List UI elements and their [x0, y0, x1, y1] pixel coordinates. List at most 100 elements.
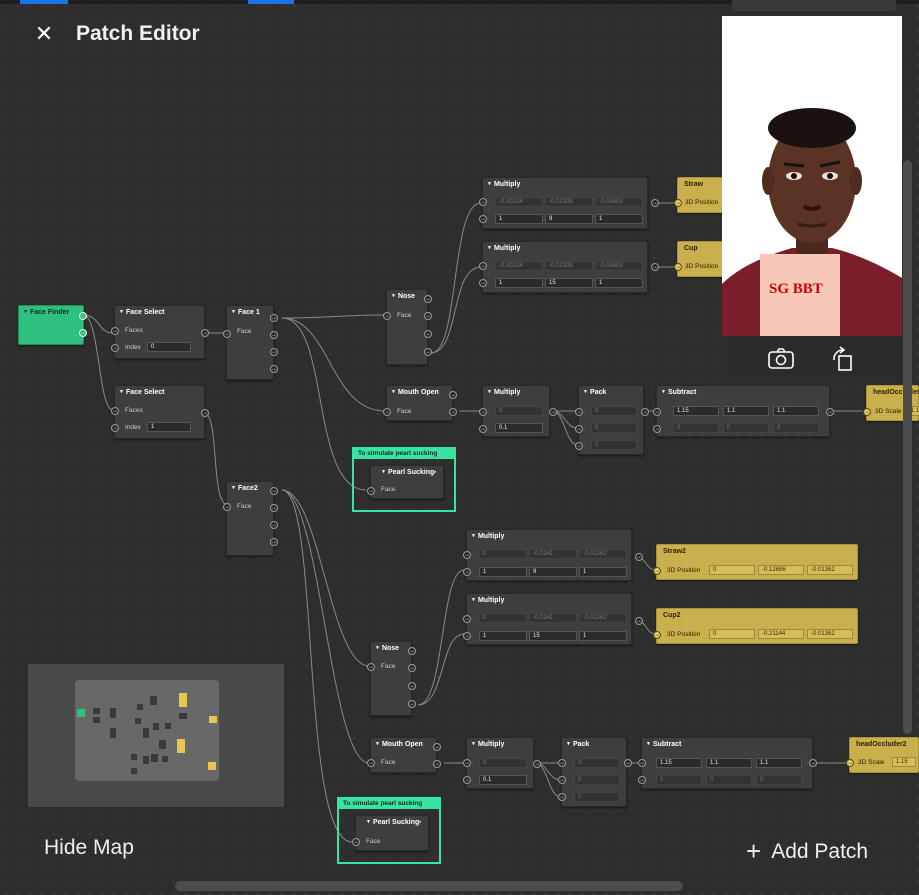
output-port[interactable]	[641, 408, 649, 416]
nose-patch[interactable]: Nose Face	[383, 289, 432, 365]
output-port[interactable]	[79, 329, 87, 337]
mouth-open-patch[interactable]: Mouth Open Face	[383, 385, 457, 421]
value-field[interactable]: -0.01403	[595, 197, 643, 207]
input-port[interactable]	[111, 407, 119, 415]
comment-box[interactable]: To simulate pearl sucking Pearl Sucking …	[352, 447, 456, 512]
value-field[interactable]: 0	[709, 629, 755, 639]
value-field[interactable]: 1.15	[673, 406, 719, 416]
mini-map[interactable]	[28, 664, 284, 807]
value-field[interactable]: 1.15	[656, 758, 702, 768]
input-port[interactable]	[383, 312, 391, 320]
rotate-icon[interactable]	[827, 344, 857, 374]
multiply-patch[interactable]: Multiply 0 -0.0141 -0.01362 1 15 1	[463, 593, 643, 645]
output-port[interactable]	[424, 295, 432, 303]
input-port[interactable]	[863, 408, 871, 416]
patch-canvas[interactable]: ✕ Patch Editor ▼ Face Finder → → ▼ Face …	[0, 0, 919, 895]
head-occluder2-patch[interactable]: headOccluder2 3D Scale 1.15	[846, 737, 919, 773]
pearl-sucking-patch[interactable]: Pearl Sucking ↗ Face	[352, 815, 429, 851]
input-port[interactable]	[463, 568, 471, 576]
output-port[interactable]	[635, 553, 643, 561]
input-port[interactable]	[638, 759, 646, 767]
value-field[interactable]: 1.1	[706, 758, 752, 768]
value-field[interactable]: 1	[479, 567, 527, 577]
value-field[interactable]: 0	[723, 423, 769, 433]
value-field[interactable]: 0	[706, 775, 752, 785]
input-port[interactable]	[479, 262, 487, 270]
value-field[interactable]: 0	[495, 406, 543, 416]
input-port[interactable]	[367, 663, 375, 671]
value-field[interactable]: 0	[756, 775, 802, 785]
value-field[interactable]: -0.01362	[807, 565, 853, 575]
input-port[interactable]	[575, 408, 583, 416]
output-port[interactable]	[201, 409, 209, 417]
nose-patch[interactable]: Nose Face	[367, 641, 416, 716]
output-port[interactable]	[424, 330, 432, 338]
subtract-patch[interactable]: Subtract 1.15 1.1 1.1 0 0 0	[638, 737, 817, 789]
output-port[interactable]	[408, 700, 416, 708]
mini-map-viewport[interactable]	[75, 680, 219, 781]
output-port[interactable]	[651, 199, 659, 207]
value-field[interactable]: 0	[574, 792, 620, 802]
value-field[interactable]: -0.0141	[529, 613, 577, 623]
multiply-patch[interactable]: Multiply -0.00104 -0.01308 -0.01403 1 9 …	[479, 177, 659, 229]
input-port[interactable]	[653, 567, 661, 575]
input-port[interactable]	[367, 759, 375, 767]
value-field[interactable]: 1.1	[773, 406, 819, 416]
multiply-patch[interactable]: Multiply 0 0.1	[479, 385, 557, 437]
value-field[interactable]: 1	[479, 631, 527, 641]
input-port[interactable]	[479, 215, 487, 223]
output-port[interactable]	[449, 408, 457, 416]
output-port[interactable]	[270, 314, 278, 322]
output-port[interactable]	[201, 329, 209, 337]
value-field[interactable]: 0	[591, 423, 637, 433]
output-port[interactable]	[549, 408, 557, 416]
output-port[interactable]	[449, 391, 457, 399]
value-field[interactable]: 1	[595, 214, 643, 224]
input-port[interactable]	[653, 631, 661, 639]
output-port[interactable]	[826, 408, 834, 416]
output-port[interactable]	[651, 263, 659, 271]
output-port[interactable]	[270, 487, 278, 495]
face-finder-patch[interactable]: Face Finder	[18, 305, 87, 345]
flip-camera-icon[interactable]	[766, 344, 796, 374]
add-patch-button[interactable]: + Add Patch	[746, 836, 868, 867]
hide-map-button[interactable]: Hide Map	[44, 836, 134, 860]
straw-patch[interactable]: Straw 3D Position	[674, 177, 727, 213]
value-field[interactable]: 0	[479, 549, 527, 559]
input-port[interactable]	[111, 344, 119, 352]
output-port[interactable]	[433, 743, 441, 751]
vertical-scrollbar[interactable]	[903, 160, 912, 734]
output-port[interactable]	[408, 647, 416, 655]
index-input[interactable]: 0	[147, 342, 191, 352]
face-select-patch[interactable]: Face Select Faces Index 1	[111, 385, 209, 439]
input-port[interactable]	[383, 408, 391, 416]
input-port[interactable]	[463, 632, 471, 640]
output-port[interactable]	[624, 759, 632, 767]
input-port[interactable]	[111, 327, 119, 335]
value-field[interactable]: 1.1	[723, 406, 769, 416]
face-select-patch[interactable]: Face Select Faces Index 0	[111, 305, 209, 359]
output-port[interactable]	[270, 365, 278, 373]
value-field[interactable]: -0.12686	[758, 565, 804, 575]
input-port[interactable]	[653, 408, 661, 416]
value-field[interactable]: 0	[591, 440, 637, 450]
value-field[interactable]: 0	[709, 565, 755, 575]
value-field[interactable]: 1	[495, 214, 543, 224]
input-port[interactable]	[479, 279, 487, 287]
output-port[interactable]	[408, 682, 416, 690]
value-field[interactable]: -0.00104	[495, 261, 543, 271]
value-field[interactable]: 9	[529, 567, 577, 577]
value-field[interactable]: -0.01362	[579, 549, 627, 559]
value-field[interactable]: -0.00104	[495, 197, 543, 207]
value-field[interactable]: -0.01308	[545, 261, 593, 271]
multiply-patch[interactable]: Multiply -0.00104 -0.01308 -0.01403 1 15…	[479, 241, 659, 293]
value-field[interactable]: 0	[656, 775, 702, 785]
expand-icon[interactable]: ↗	[416, 819, 422, 827]
value-field[interactable]: 0	[479, 758, 527, 768]
multiply-patch[interactable]: Multiply 0 -0.0141 -0.01362 1 9 1	[463, 529, 643, 581]
value-field[interactable]: -0.21144	[758, 629, 804, 639]
straw2-patch[interactable]: Straw2 3D Position 0 -0.12686 -0.01362	[653, 544, 858, 580]
value-field[interactable]: 1	[595, 278, 643, 288]
pack-patch[interactable]: Pack 0 0 0	[558, 737, 632, 807]
value-field[interactable]: -0.01308	[545, 197, 593, 207]
